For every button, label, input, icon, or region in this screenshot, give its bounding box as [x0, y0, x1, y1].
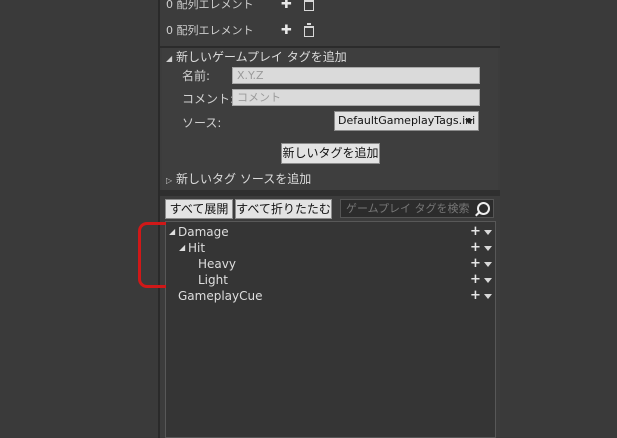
tree-item-label: Damage — [178, 225, 229, 239]
gameplay-tag-tree: ◢ Damage + ◢ Hit + Heavy + Light + Gamep… — [165, 221, 496, 438]
expanded-triangle-icon[interactable]: ◢ — [169, 224, 175, 240]
trash-icon[interactable] — [304, 22, 314, 37]
add-gameplay-tag-section: ◢ 新しいゲームプレイ タグを追加 名前: X.Y.Z コメント: コメント ソー… — [162, 48, 498, 190]
expand-all-button[interactable]: すべて展開 — [165, 199, 233, 219]
tree-row[interactable]: GameplayCue + — [166, 288, 497, 304]
source-dropdown-value: DefaultGameplayTags.ini — [338, 114, 476, 127]
tree-row[interactable]: Light + — [166, 272, 497, 288]
chevron-down-icon[interactable] — [484, 246, 492, 251]
name-label: 名前: — [182, 69, 211, 83]
add-tag-source-header[interactable]: ▷ 新しいタグ ソースを追加 — [166, 170, 311, 190]
add-source-title: 新しいタグ ソースを追加 — [176, 172, 312, 186]
array-row: 0 配列エレメント ✚ — [166, 21, 314, 41]
add-tag-section-header[interactable]: ◢ 新しいゲームプレイ タグを追加 — [166, 48, 347, 66]
add-new-tag-button[interactable]: 新しいタグを追加 — [281, 143, 380, 164]
collapse-all-button[interactable]: すべて折りたたむ — [235, 199, 332, 219]
collapsed-triangle-icon: ▷ — [166, 176, 173, 185]
search-placeholder: ゲームプレイ タグを検索 — [346, 202, 470, 215]
right-empty-area — [500, 0, 617, 438]
tag-name-input[interactable]: X.Y.Z — [232, 67, 480, 84]
add-subtag-icon[interactable]: + — [470, 288, 481, 304]
expanded-triangle-icon: ◢ — [166, 54, 173, 63]
tree-row[interactable]: ◢ Hit + — [166, 240, 497, 256]
source-dropdown[interactable]: DefaultGameplayTags.ini — [334, 111, 479, 131]
annotation-bracket — [138, 222, 166, 288]
tag-comment-input[interactable]: コメント — [232, 89, 480, 106]
tree-row[interactable]: ◢ Damage + — [166, 224, 497, 240]
search-icon[interactable] — [477, 202, 490, 215]
tree-item-label: Heavy — [198, 257, 236, 271]
trash-icon[interactable] — [304, 0, 314, 11]
tag-search-input[interactable]: ゲームプレイ タグを検索 — [340, 199, 494, 218]
tag-tree-toolbar: すべて展開 すべて折りたたむ ゲームプレイ タグを検索 — [162, 196, 498, 220]
add-subtag-icon[interactable]: + — [470, 272, 481, 288]
tree-item-label: GameplayCue — [178, 289, 263, 303]
add-subtag-icon[interactable]: + — [470, 240, 481, 256]
add-tag-title: 新しいゲームプレイ タグを追加 — [176, 50, 347, 64]
chevron-down-icon[interactable] — [484, 262, 492, 267]
chevron-down-icon[interactable] — [484, 294, 492, 299]
chevron-down-icon — [465, 119, 473, 124]
array-element-label: 0 配列エレメント — [166, 24, 254, 37]
array-element-label: 0 配列エレメント — [166, 0, 254, 11]
tree-item-label: Light — [198, 273, 228, 287]
comment-label: コメント: — [182, 92, 235, 106]
add-subtag-icon[interactable]: + — [470, 224, 481, 240]
plus-icon[interactable]: ✚ — [278, 21, 296, 41]
tree-item-label: Hit — [188, 241, 206, 255]
chevron-down-icon[interactable] — [484, 230, 492, 235]
expanded-triangle-icon[interactable]: ◢ — [179, 240, 185, 256]
chevron-down-icon[interactable] — [484, 278, 492, 283]
plus-icon[interactable]: ✚ — [278, 0, 296, 15]
add-subtag-icon[interactable]: + — [470, 256, 481, 272]
array-row: 0 配列エレメント ✚ — [166, 0, 314, 15]
tree-row[interactable]: Heavy + — [166, 256, 497, 272]
viewport-area — [0, 0, 158, 438]
source-label: ソース: — [182, 116, 222, 130]
